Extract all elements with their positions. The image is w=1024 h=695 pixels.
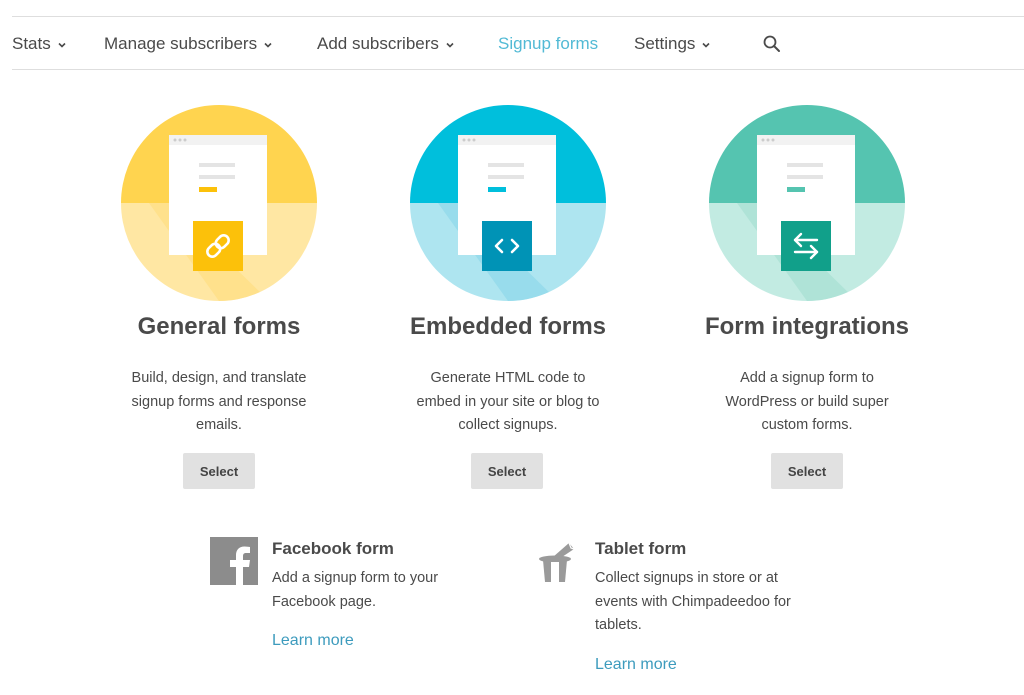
select-embedded-forms-button[interactable]: Select xyxy=(471,453,543,489)
description-line: Facebook page. xyxy=(272,593,376,610)
chevron-down-icon xyxy=(702,42,711,48)
general-forms-illustration xyxy=(121,105,317,301)
description-line: Build, design, and translate xyxy=(131,370,307,386)
card-title: Embedded forms xyxy=(409,313,607,340)
nav-stats-label: Stats xyxy=(12,34,51,53)
tablet-form-title: Tablet form xyxy=(595,539,687,558)
card-title: General forms xyxy=(137,313,301,340)
tablet-learn-more-link[interactable]: Learn more xyxy=(595,656,677,674)
nav-signup-forms[interactable]: Signup forms xyxy=(498,26,598,62)
select-general-forms-button[interactable]: Select xyxy=(183,453,255,489)
facebook-icon xyxy=(210,537,258,585)
facebook-form-section: Facebook form Add a signup form to your … xyxy=(210,537,470,657)
chimpadeedoo-hat-icon xyxy=(539,542,575,582)
nav-add-subscribers-label: Add subscribers xyxy=(317,34,439,53)
chevron-down-icon xyxy=(446,42,454,48)
facebook-form-description: Add a signup form to your Facebook page. xyxy=(272,567,438,614)
search-icon[interactable] xyxy=(762,34,782,54)
nav-stats[interactable]: Stats xyxy=(12,26,67,62)
nav-bottom-divider xyxy=(12,69,1024,70)
card-description: Build, design, and translate signup form… xyxy=(69,367,369,438)
chevron-down-icon xyxy=(264,42,272,48)
description-line: custom forms. xyxy=(761,417,853,433)
facebook-learn-more-link[interactable]: Learn more xyxy=(272,632,354,650)
description-line: Add a signup form to your xyxy=(272,570,439,586)
chevron-down-icon xyxy=(58,42,66,48)
form-integrations-illustration xyxy=(709,105,905,301)
tablet-form-section: Tablet form Collect signups in store or … xyxy=(533,537,833,682)
description-line: embed in your site or blog to xyxy=(416,393,600,410)
card-title: Form integrations xyxy=(704,313,909,340)
card-description: Add a signup form to WordPress or build … xyxy=(657,367,957,438)
nav-manage-subscribers-label: Manage subscribers xyxy=(104,34,258,53)
embedded-forms-illustration xyxy=(410,105,606,301)
description-line: signup forms and response xyxy=(131,393,307,410)
nav-signup-forms-label: Signup forms xyxy=(498,34,599,53)
description-line: WordPress or build super xyxy=(725,393,889,410)
description-line: Collect signups in store or at xyxy=(595,570,778,586)
select-form-integrations-button[interactable]: Select xyxy=(771,453,843,489)
description-line: Add a signup form to xyxy=(740,370,874,386)
description-line: Generate HTML code to xyxy=(430,370,586,386)
nav-top-divider xyxy=(12,16,1024,17)
card-description: Generate HTML code to embed in your site… xyxy=(358,367,658,438)
description-line: tablets. xyxy=(595,617,642,633)
nav-manage-subscribers[interactable]: Manage subscribers xyxy=(104,26,273,62)
facebook-form-title: Facebook form xyxy=(272,539,394,558)
nav-settings-label: Settings xyxy=(634,34,696,53)
nav-add-subscribers[interactable]: Add subscribers xyxy=(317,26,455,62)
nav-settings[interactable]: Settings xyxy=(634,26,711,62)
description-line: collect signups. xyxy=(458,417,558,433)
description-line: events with Chimpadeedoo for xyxy=(595,593,791,610)
description-line: emails. xyxy=(196,417,242,433)
main-nav: Stats Manage subscribers Add subscribers… xyxy=(0,26,1024,62)
tablet-form-description: Collect signups in store or at events wi… xyxy=(595,567,791,638)
